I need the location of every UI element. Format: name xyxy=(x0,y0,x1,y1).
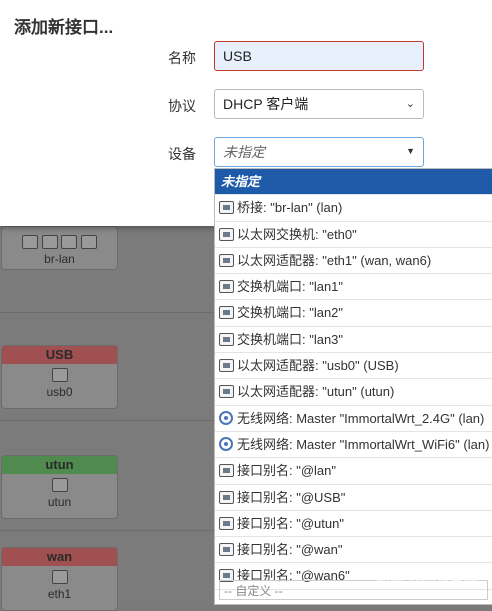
switch-icon xyxy=(219,227,234,241)
name-label: 名称 xyxy=(168,50,196,66)
dropdown-option[interactable]: 接口别名: "@utun" xyxy=(215,511,492,538)
interface-device: utun xyxy=(47,495,72,509)
watermark: 知乎 @隐身登陆 xyxy=(375,573,478,589)
interface-card-wan: wan eth1 xyxy=(1,547,118,611)
switch-port-icon xyxy=(219,306,234,320)
ethernet-icon xyxy=(219,359,234,373)
ethernet-icon xyxy=(51,570,68,584)
interface-device: eth1 xyxy=(47,587,72,601)
dropdown-option[interactable]: 交换机端口: "lan1" xyxy=(215,274,492,301)
caret-down-icon: ▼ xyxy=(406,146,415,156)
dropdown-option[interactable]: 交换机端口: "lan3" xyxy=(215,327,492,354)
switch-icon xyxy=(61,235,78,249)
wifi-icon xyxy=(219,436,233,451)
device-label: 设备 xyxy=(168,146,196,162)
wifi-icon xyxy=(80,235,97,249)
dropdown-option[interactable]: 无线网络: Master "ImmortalWrt_WiFi6" (lan) xyxy=(215,432,492,459)
switch-port-icon xyxy=(219,332,234,346)
wifi-icon xyxy=(219,410,233,425)
bridge-icon xyxy=(22,235,39,249)
alias-icon xyxy=(219,464,234,478)
lan-device-label: br-lan xyxy=(44,252,75,266)
dropdown-option[interactable]: 桥接: "br-lan" (lan) xyxy=(215,195,492,222)
ethernet-icon xyxy=(51,478,68,492)
dropdown-option[interactable]: 交换机端口: "lan2" xyxy=(215,300,492,327)
dropdown-option[interactable]: 以太网交换机: "eth0" xyxy=(215,222,492,248)
device-select[interactable]: 未指定 ▼ xyxy=(214,137,424,167)
alias-icon xyxy=(219,490,234,504)
interface-card-lan: br-lan xyxy=(1,226,118,270)
dropdown-option[interactable]: 接口别名: "@wan" xyxy=(215,537,492,564)
device-value: 未指定 xyxy=(223,144,265,160)
ethernet-icon xyxy=(219,385,234,399)
interface-card-usb: USB usb0 xyxy=(1,345,118,409)
interface-device: usb0 xyxy=(46,385,73,399)
dropdown-option[interactable]: 接口别名: "@lan" xyxy=(215,458,492,485)
name-input[interactable]: USB xyxy=(214,41,424,71)
dropdown-option[interactable]: 以太网适配器: "usb0" (USB) xyxy=(215,353,492,380)
modal-title: 添加新接口... xyxy=(14,18,114,37)
lan-device-icons xyxy=(2,227,117,252)
alias-icon xyxy=(219,543,234,557)
interface-card-utun: utun utun xyxy=(1,455,118,519)
protocol-label: 协议 xyxy=(168,98,196,114)
switch-icon xyxy=(41,235,58,249)
switch-port-icon xyxy=(219,280,234,294)
dropdown-option[interactable]: 接口别名: "@USB" xyxy=(215,485,492,511)
dropdown-option-unspecified[interactable]: 未指定 xyxy=(215,169,492,196)
chevron-down-icon: ⌄ xyxy=(405,98,415,110)
interface-name: utun xyxy=(2,456,117,474)
interface-name: wan xyxy=(2,548,117,566)
ethernet-icon xyxy=(51,368,68,382)
dropdown-option[interactable]: 以太网适配器: "utun" (utun) xyxy=(215,379,492,406)
dropdown-option[interactable]: 无线网络: Master "ImmortalWrt_2.4G" (lan) xyxy=(215,406,492,432)
protocol-value: DHCP 客户端 xyxy=(223,96,309,112)
alias-icon xyxy=(219,516,234,530)
ethernet-icon xyxy=(219,253,234,267)
device-dropdown-list[interactable]: 未指定 桥接: "br-lan" (lan) 以太网交换机: "eth0" 以太… xyxy=(214,168,492,605)
dropdown-option[interactable]: 以太网适配器: "eth1" (wan, wan6) xyxy=(215,248,492,275)
interface-name: USB xyxy=(2,346,117,364)
bridge-icon xyxy=(219,201,234,215)
protocol-select[interactable]: DHCP 客户端 ⌄ xyxy=(214,89,424,119)
